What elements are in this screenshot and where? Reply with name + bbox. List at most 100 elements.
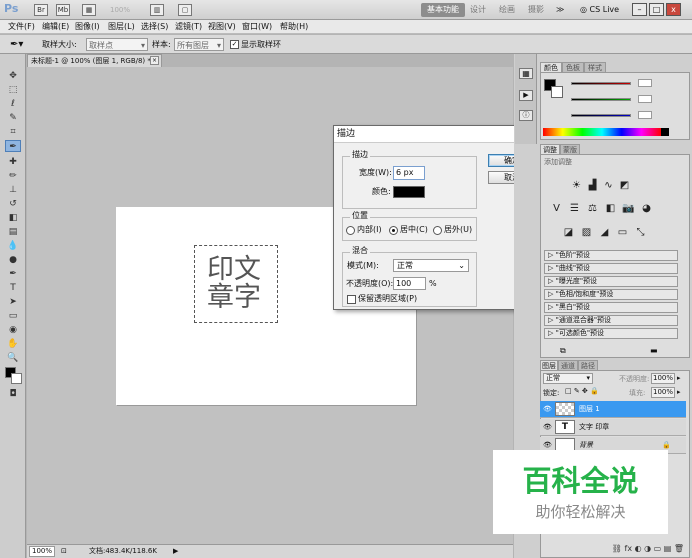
tab-paths[interactable]: 路径 [578,360,598,370]
preset-hue-saturation[interactable]: ▷ "色相/饱和度"预设 [544,289,678,300]
history-panel-icon[interactable]: ▦ [519,68,533,79]
menu-image[interactable]: 图像(I) [75,21,100,33]
width-input[interactable]: 6 px [393,166,425,180]
mode-select[interactable]: 正常 ⌄ [393,259,469,272]
levels-icon[interactable]: ▟ [585,179,600,192]
visibility-eye-icon[interactable]: 👁 [543,401,552,417]
info-panel-icon[interactable]: ⓘ [519,110,533,121]
shape-tool-icon[interactable]: ▭ [5,310,21,322]
clone-stamp-tool-icon[interactable]: ⊥ [5,184,21,196]
preset-levels[interactable]: ▷ "色阶"预设 [544,250,678,261]
minibridge-icon[interactable]: Mb [56,4,70,16]
preset-selective-color[interactable]: ▷ "可选颜色"预设 [544,328,678,339]
show-sampling-ring-checkbox[interactable]: ✓ [230,40,239,49]
eyedropper-tool-preset-icon[interactable]: ✒▾ [10,38,23,51]
menu-file[interactable]: 文件(F) [8,21,35,33]
menu-layer[interactable]: 图层(L) [108,21,135,33]
selection-marquee[interactable]: 印文 章字 [194,245,278,323]
position-inside-radio[interactable] [346,226,355,235]
more-workspaces-icon[interactable]: ≫ [556,3,564,17]
photo-filter-icon[interactable]: 📷 [621,202,636,215]
blur-tool-icon[interactable]: 💧 [5,240,21,252]
brightness-contrast-icon[interactable]: ☀ [569,179,584,192]
close-window-button[interactable]: x [666,3,681,16]
tab-layers[interactable]: 图层 [540,360,558,370]
workspace-essentials-button[interactable]: 基本功能 [421,3,465,17]
layer-opacity-field[interactable]: 100% [651,373,675,384]
document-tab[interactable]: 未标题-1 @ 100% (图层 1, RGB/8) * [27,54,162,67]
zoom-tool-icon[interactable]: 🔍 [5,352,21,364]
preserve-transparency-checkbox[interactable] [347,295,356,304]
color-panel-background-swatch[interactable] [551,86,563,98]
path-selection-tool-icon[interactable]: ➤ [5,296,21,308]
workspace-painting-button[interactable]: 绘画 [499,3,515,17]
type-tool-icon[interactable]: T [5,282,21,294]
red-value-field[interactable] [638,79,652,87]
black-white-icon[interactable]: ◧ [603,202,618,215]
selective-color-icon[interactable]: ⤡ [633,226,648,239]
adjustment-options-icon[interactable]: ▬ [650,346,658,355]
tab-color[interactable]: 颜色 [540,62,562,72]
history-brush-tool-icon[interactable]: ↺ [5,198,21,210]
workspace-photography-button[interactable]: 摄影 [528,3,544,17]
dodge-tool-icon[interactable]: ● [5,254,21,266]
sample-size-select[interactable]: 取样点 ▾ [86,38,148,51]
brush-tool-icon[interactable]: ✏ [5,170,21,182]
lasso-tool-icon[interactable]: ℓ [5,98,21,110]
position-center-radio[interactable] [389,226,398,235]
fill-arrow-icon[interactable]: ▸ [677,388,681,396]
curves-icon[interactable]: ∿ [601,179,616,192]
tab-masks[interactable]: 蒙版 [560,144,580,154]
red-slider[interactable] [571,82,631,85]
quick-selection-tool-icon[interactable]: ✎ [5,112,21,124]
3d-tool-icon[interactable]: ◉ [5,324,21,336]
preset-black-white[interactable]: ▷ "黑白"预设 [544,302,678,313]
sample-layers-select[interactable]: 所有图层 ▾ [174,38,224,51]
healing-brush-tool-icon[interactable]: ✚ [5,156,21,168]
green-slider[interactable] [571,98,631,101]
screen-mode-icon[interactable]: ▢ [178,4,192,16]
status-zoom-field[interactable]: 100% [29,546,55,557]
workspace-design-button[interactable]: 设计 [470,3,486,17]
lock-icons[interactable]: □ ✎ ✥ 🔒 [565,387,599,395]
menu-window[interactable]: 窗口(W) [242,21,272,33]
adjustment-clip-icon[interactable]: ⧉ [560,346,566,356]
actions-panel-icon[interactable]: ▶ [519,90,533,101]
vibrance-icon[interactable]: V [549,202,564,215]
layer-row-layer1[interactable]: 👁 图层 1 [540,401,686,418]
background-color-swatch[interactable] [11,373,22,384]
preset-curves[interactable]: ▷ "曲线"预设 [544,263,678,274]
hand-tool-icon[interactable]: ✋ [5,338,21,350]
threshold-icon[interactable]: ◢ [597,226,612,239]
channel-mixer-icon[interactable]: ◕ [639,202,654,215]
preset-channel-mixer[interactable]: ▷ "通道混合器"预设 [544,315,678,326]
tab-styles[interactable]: 样式 [584,62,606,72]
black-swatch[interactable] [661,128,669,136]
position-outside-radio[interactable] [433,226,442,235]
blue-value-field[interactable] [638,111,652,119]
color-balance-icon[interactable]: ⚖ [585,202,600,215]
eraser-tool-icon[interactable]: ◧ [5,212,21,224]
invert-icon[interactable]: ◪ [561,226,576,239]
stroke-color-swatch[interactable] [393,186,425,198]
arrange-documents-icon[interactable]: ▥ [150,4,164,16]
layer-fill-field[interactable]: 100% [651,387,675,398]
gradient-map-icon[interactable]: ▭ [615,226,630,239]
pen-tool-icon[interactable]: ✒ [5,268,21,280]
marquee-tool-icon[interactable]: ⬚ [5,84,21,96]
opacity-arrow-icon[interactable]: ▸ [677,374,681,382]
status-menu-arrow-icon[interactable]: ▶ [173,545,178,558]
opacity-input[interactable]: 100 [393,277,426,290]
maximize-button[interactable]: □ [649,3,664,16]
layer-row-text[interactable]: 👁 T 文字 印章 [540,419,686,436]
menu-select[interactable]: 选择(S) [141,21,168,33]
color-spectrum-bar[interactable] [543,128,661,136]
minimize-button[interactable]: – [632,3,647,16]
status-nav-icon[interactable]: ⊡ [61,545,67,558]
view-extras-icon[interactable]: ▦ [82,4,96,16]
menu-view[interactable]: 视图(V) [208,21,236,33]
visibility-eye-icon[interactable]: 👁 [543,419,552,435]
hue-saturation-icon[interactable]: ☰ [567,202,582,215]
crop-tool-icon[interactable]: ⌗ [5,126,21,138]
document-tab-close-button[interactable]: × [150,56,159,65]
